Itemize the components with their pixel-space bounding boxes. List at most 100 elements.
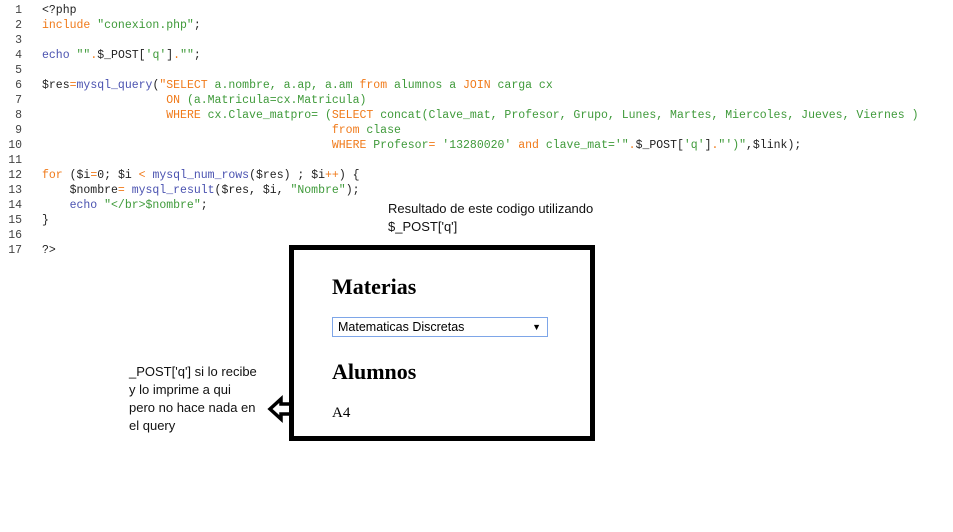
code-text: echo "</br>$nombre";	[42, 198, 208, 213]
note-line: Resultado de este codigo utilizando	[388, 201, 594, 216]
code-token: "SELECT	[159, 79, 208, 92]
code-token: for	[42, 169, 63, 182]
code-token: 0; $i	[97, 169, 139, 182]
code-token: mysql_num_rows	[145, 169, 250, 182]
code-token: mysql_result	[124, 184, 215, 197]
code-text: echo "".$_POST['q']."";	[42, 48, 201, 63]
code-token: JOIN	[463, 79, 491, 92]
line-number: 3	[15, 34, 22, 47]
code-token: WHERE	[331, 139, 367, 152]
result-note: Resultado de este codigo utilizando $_PO…	[388, 200, 593, 236]
code-token: a.nombre, a.ap, a.am	[207, 79, 360, 92]
line-number: 5	[15, 64, 22, 77]
code-token: ]	[704, 139, 712, 152]
code-token: $nombre	[42, 184, 118, 197]
code-token: echo	[42, 199, 98, 212]
materia-select[interactable]: Matematicas Discretas ▼	[332, 317, 548, 337]
line-number: 17	[8, 244, 22, 257]
note-line: el query	[129, 418, 176, 433]
materias-heading: Materias	[332, 274, 417, 299]
code-token: '13280020'	[435, 139, 519, 152]
code-text: for ($i=0; $i < mysql_num_rows($res) ; $…	[42, 168, 360, 183]
code-token: <	[138, 169, 146, 182]
line-number: 10	[8, 139, 22, 152]
code-token: ,$link);	[746, 139, 802, 152]
code-token: .	[628, 139, 636, 152]
code-token: ?>	[42, 244, 56, 257]
code-token: "Nombre"	[290, 184, 346, 197]
code-token: }	[42, 214, 49, 227]
code-text: WHERE Profesor= '13280020' and clave_mat…	[42, 138, 801, 153]
line-number: 14	[8, 199, 22, 212]
code-token: 'q'	[683, 139, 705, 152]
code-token: $res	[42, 79, 70, 92]
code-token: echo	[42, 49, 70, 62]
line-number: 12	[8, 169, 22, 182]
line-number: 7	[15, 94, 22, 107]
code-token: mysql_query	[76, 79, 153, 92]
code-token: ""	[180, 49, 194, 62]
code-token: (a.Matricula=cx.Matricula)	[180, 94, 367, 107]
code-token: SELECT	[331, 109, 374, 122]
code-token: <?php	[42, 4, 77, 17]
code-token: alumnos a	[387, 79, 464, 92]
code-text: $res=mysql_query("SELECT a.nombre, a.ap,…	[42, 78, 553, 93]
code-token: "</br>$nombre"	[97, 199, 201, 212]
alumno-item: A4	[332, 405, 351, 421]
code-token: WHERE	[166, 109, 201, 122]
left-note: _POST['q'] si lo recibe y lo imprime a q…	[129, 363, 257, 435]
code-text: include "conexion.php";	[42, 18, 201, 33]
code-token: ;	[193, 49, 201, 62]
note-line: pero no hace nada en	[129, 400, 256, 415]
line-number: 1	[15, 4, 22, 17]
code-token: include	[42, 19, 91, 32]
line-number: 4	[15, 49, 22, 62]
code-token: 'q'	[145, 49, 167, 62]
code-token: ($res) ; $i	[249, 169, 326, 182]
code-token: ++	[325, 169, 339, 182]
line-number: 6	[15, 79, 22, 92]
chevron-down-icon: ▼	[532, 322, 541, 332]
code-token: concat(Clave_mat, Profesor, Grupo, Lunes…	[373, 109, 919, 122]
code-text: ON (a.Matricula=cx.Matricula)	[42, 93, 366, 108]
code-token: ($res, $i,	[214, 184, 291, 197]
code-token: carga cx	[490, 79, 553, 92]
code-token: and	[518, 139, 539, 152]
code-text: from clase	[42, 123, 401, 138]
code-token: );	[345, 184, 360, 197]
code-token: clase	[359, 124, 401, 137]
code-token: from	[331, 124, 360, 137]
code-token: $_POST[	[635, 139, 684, 152]
result-panel: Materias Matematicas Discretas ▼ Alumnos…	[289, 245, 595, 441]
line-number: 11	[8, 154, 22, 167]
code-text: }	[42, 213, 49, 228]
code-token: =	[117, 184, 125, 197]
code-text: WHERE cx.Clave_matpro= (SELECT concat(Cl…	[42, 108, 919, 123]
code-token: ;	[193, 19, 201, 32]
code-text: $nombre= mysql_result($res, $i, "Nombre"…	[42, 183, 360, 198]
code-token: =	[69, 79, 77, 92]
line-number: 2	[15, 19, 22, 32]
code-token: ""	[69, 49, 91, 62]
line-number: 8	[15, 109, 22, 122]
code-text: <?php	[42, 3, 77, 18]
line-number: 13	[8, 184, 22, 197]
code-token: "')"	[718, 139, 747, 152]
note-line: y lo imprime a qui	[129, 382, 231, 397]
alumnos-heading: Alumnos	[332, 359, 417, 384]
code-token: Profesor	[366, 139, 429, 152]
line-number: 16	[8, 229, 22, 242]
code-token: ($i	[62, 169, 91, 182]
code-token: ) {	[338, 169, 360, 182]
note-line: _POST['q'] si lo recibe	[129, 364, 257, 379]
code-token: from	[359, 79, 388, 92]
code-token: ON	[166, 94, 181, 107]
code-token: $_POST[	[97, 49, 146, 62]
note-line: $_POST['q']	[388, 219, 458, 234]
code-token: cx.Clave_matpro= (	[200, 109, 332, 122]
code-text: ?>	[42, 243, 56, 258]
